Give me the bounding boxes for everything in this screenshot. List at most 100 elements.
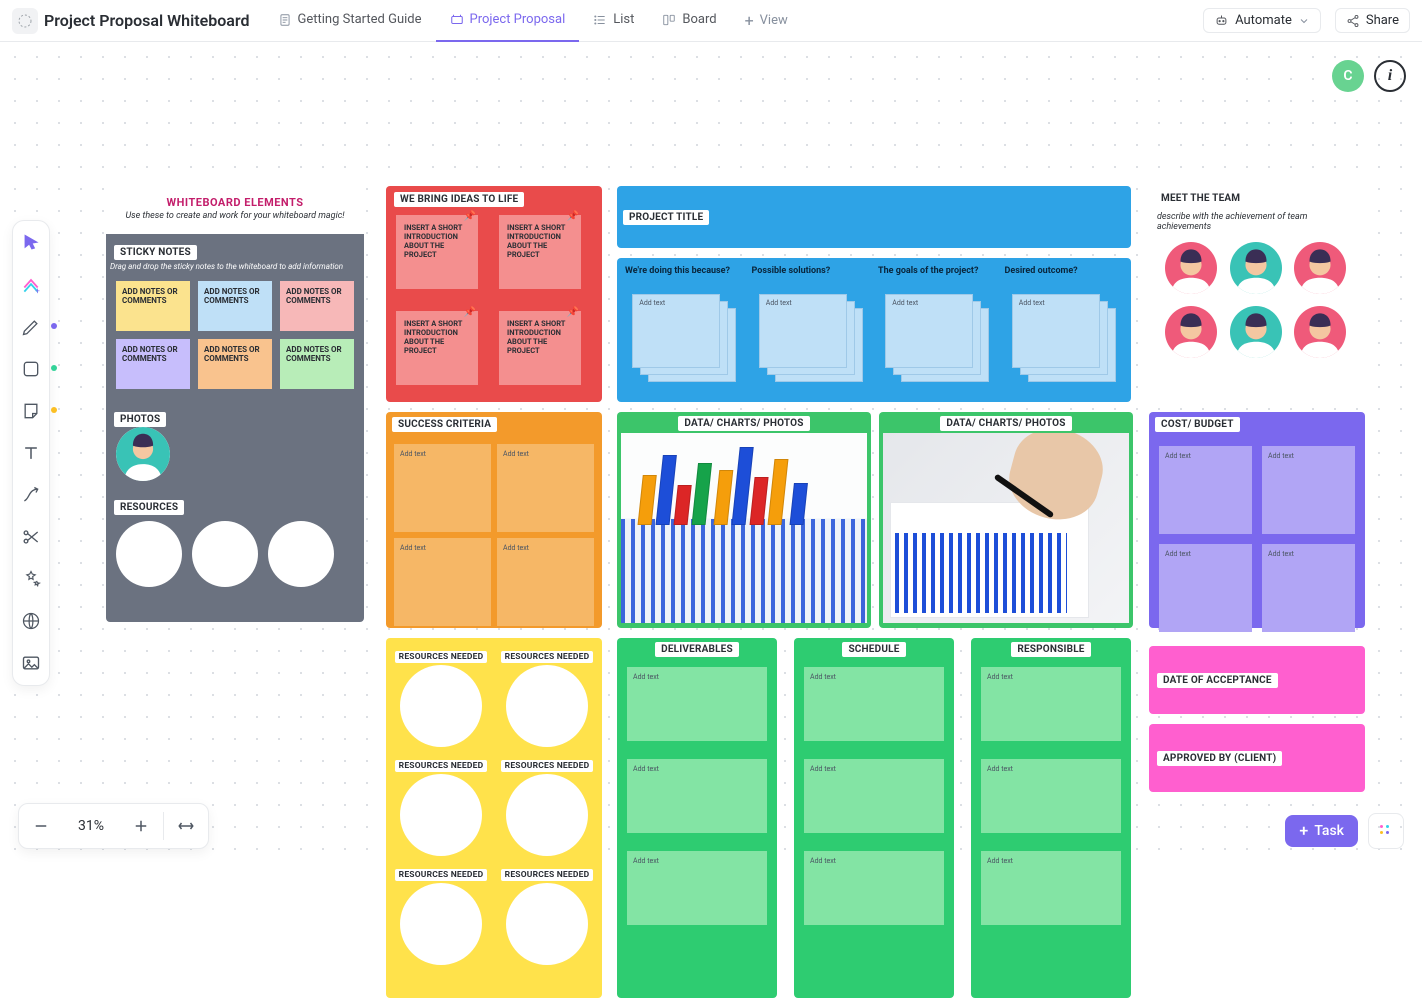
- success-note[interactable]: Add text: [394, 444, 491, 532]
- team-avatar[interactable]: [1165, 242, 1217, 294]
- deliverables-note[interactable]: Add text: [627, 851, 767, 925]
- resource-slot[interactable]: [116, 521, 182, 587]
- note-stack[interactable]: Add text: [1012, 294, 1116, 382]
- apps-button[interactable]: [1368, 813, 1404, 849]
- panel-ideas-to-life[interactable]: WE BRING IDEAS TO LIFE 📌INSERT A SHORT I…: [386, 186, 602, 402]
- panel-success-criteria[interactable]: SUCCESS CRITERIA Add text Add text Add t…: [386, 412, 602, 628]
- resource-slot[interactable]: [400, 665, 482, 747]
- resource-slot[interactable]: [268, 521, 334, 587]
- tool-image-icon[interactable]: [19, 651, 43, 675]
- tab-list[interactable]: List: [579, 0, 648, 42]
- responsible-note[interactable]: Add text: [981, 667, 1121, 741]
- note-stack[interactable]: Add text: [759, 294, 863, 382]
- automate-button[interactable]: Automate: [1203, 8, 1321, 33]
- success-note[interactable]: Add text: [497, 538, 594, 626]
- resneeded-title: RESOURCES NEEDED: [501, 869, 594, 881]
- sticky-blue[interactable]: ADD NOTES OR COMMENTS: [198, 281, 272, 331]
- resource-slot[interactable]: [192, 521, 258, 587]
- resource-slot[interactable]: [506, 774, 588, 856]
- schedule-note[interactable]: Add text: [804, 851, 944, 925]
- tool-cursor[interactable]: [19, 231, 43, 255]
- canvas-top-right: C i: [1332, 60, 1406, 92]
- panel-responsible[interactable]: RESPONSIBLE Add text Add text Add text: [971, 638, 1131, 998]
- intro-note[interactable]: 📌INSERT A SHORT INTRODUCTION ABOUT THE P…: [396, 215, 478, 289]
- sticky-orange[interactable]: ADD NOTES OR COMMENTS: [198, 339, 272, 389]
- budget-note[interactable]: Add text: [1262, 544, 1355, 632]
- user-avatar[interactable]: C: [1332, 60, 1364, 92]
- note-stack[interactable]: Add text: [632, 294, 736, 382]
- tab-project-proposal[interactable]: Project Proposal: [436, 0, 580, 42]
- panel-meet-team[interactable]: MEET THE TEAM describe with the achievem…: [1149, 186, 1365, 402]
- panel-resources-needed[interactable]: RESOURCES NEEDED RESOURCES NEEDED RESOUR…: [386, 638, 602, 998]
- add-view-button[interactable]: + View: [731, 0, 802, 42]
- team-avatar[interactable]: [1294, 242, 1346, 294]
- budget-note[interactable]: Add text: [1159, 446, 1252, 534]
- tool-pen[interactable]: [19, 315, 43, 339]
- tool-sticky-note[interactable]: [19, 399, 43, 423]
- panel-approved-by[interactable]: APPROVED BY (CLIENT): [1149, 724, 1365, 792]
- tab-label: Board: [682, 12, 716, 27]
- note-stack[interactable]: Add text: [885, 294, 989, 382]
- tool-ai-icon[interactable]: [19, 567, 43, 591]
- panel-project-questions[interactable]: We're doing this because? Add text Possi…: [617, 258, 1131, 402]
- team-avatar[interactable]: [1230, 242, 1282, 294]
- deliverables-note[interactable]: Add text: [627, 759, 767, 833]
- panel-cost-budget[interactable]: COST/ BUDGET Add text Add text Add text …: [1149, 412, 1365, 628]
- responsible-note[interactable]: Add text: [981, 759, 1121, 833]
- intro-note[interactable]: 📌INSERT A SHORT INTRODUCTION ABOUT THE P…: [396, 311, 478, 385]
- team-avatar[interactable]: [1294, 306, 1346, 358]
- resource-slot[interactable]: [506, 665, 588, 747]
- sticky-green[interactable]: ADD NOTES OR COMMENTS: [280, 339, 354, 389]
- resource-slot[interactable]: [400, 774, 482, 856]
- panel-data-charts-2[interactable]: DATA/ CHARTS/ PHOTOS: [879, 412, 1133, 628]
- zoom-in-button[interactable]: [119, 804, 163, 848]
- team-title: MEET THE TEAM: [1155, 191, 1246, 206]
- tab-getting-started[interactable]: Getting Started Guide: [264, 0, 436, 42]
- intro-note[interactable]: 📌INSERT A SHORT INTRODUCTION ABOUT THE P…: [499, 311, 581, 385]
- whiteboard-canvas[interactable]: WHITEBOARD ELEMENTS Use these to create …: [0, 42, 1422, 869]
- tool-web-icon[interactable]: [19, 609, 43, 633]
- team-subtitle: describe with the achievement of team ac…: [1149, 212, 1365, 232]
- resource-slot[interactable]: [506, 883, 588, 965]
- responsible-note[interactable]: Add text: [981, 851, 1121, 925]
- info-icon[interactable]: i: [1374, 60, 1406, 92]
- tab-board[interactable]: Board: [648, 0, 730, 42]
- fit-to-screen-button[interactable]: [164, 804, 208, 848]
- tool-scissors-icon[interactable]: [19, 525, 43, 549]
- panel-schedule[interactable]: SCHEDULE Add text Add text Add text: [794, 638, 954, 998]
- deliverables-title: DELIVERABLES: [655, 642, 739, 657]
- budget-note[interactable]: Add text: [1159, 544, 1252, 632]
- elements-header: WHITEBOARD ELEMENTS Use these to create …: [106, 186, 364, 234]
- elements-subtitle: Use these to create and work for your wh…: [106, 211, 364, 221]
- tool-connector[interactable]: [19, 483, 43, 507]
- schedule-note[interactable]: Add text: [804, 667, 944, 741]
- zoom-percent[interactable]: 31%: [63, 818, 119, 834]
- sticky-yellow[interactable]: ADD NOTES OR COMMENTS: [116, 281, 190, 331]
- panel-project-title[interactable]: PROJECT TITLE: [617, 186, 1131, 248]
- deliverables-note[interactable]: Add text: [627, 667, 767, 741]
- sticky-purple[interactable]: ADD NOTES OR COMMENTS: [116, 339, 190, 389]
- tool-clickup-icon[interactable]: +: [19, 273, 43, 297]
- success-title: SUCCESS CRITERIA: [392, 417, 497, 432]
- task-label: Task: [1314, 823, 1344, 839]
- intro-note[interactable]: 📌INSERT A SHORT INTRODUCTION ABOUT THE P…: [499, 215, 581, 289]
- panel-deliverables[interactable]: DELIVERABLES Add text Add text Add text: [617, 638, 777, 998]
- panel-whiteboard-elements[interactable]: WHITEBOARD ELEMENTS Use these to create …: [106, 186, 364, 622]
- budget-note[interactable]: Add text: [1262, 446, 1355, 534]
- sticky-pink[interactable]: ADD NOTES OR COMMENTS: [280, 281, 354, 331]
- new-task-button[interactable]: + Task: [1285, 815, 1358, 847]
- success-note[interactable]: Add text: [497, 444, 594, 532]
- schedule-note[interactable]: Add text: [804, 759, 944, 833]
- panel-data-charts-1[interactable]: DATA/ CHARTS/ PHOTOS: [617, 412, 871, 628]
- zoom-out-button[interactable]: [19, 804, 63, 848]
- avatar-placeholder[interactable]: [116, 427, 170, 481]
- share-button[interactable]: Share: [1335, 8, 1410, 33]
- zoom-controls: 31%: [18, 803, 209, 849]
- resource-slot[interactable]: [400, 883, 482, 965]
- panel-date-acceptance[interactable]: DATE OF ACCEPTANCE: [1149, 646, 1365, 714]
- team-avatar[interactable]: [1230, 306, 1282, 358]
- success-note[interactable]: Add text: [394, 538, 491, 626]
- tool-text[interactable]: [19, 441, 43, 465]
- tool-shape[interactable]: [19, 357, 43, 381]
- team-avatar[interactable]: [1165, 306, 1217, 358]
